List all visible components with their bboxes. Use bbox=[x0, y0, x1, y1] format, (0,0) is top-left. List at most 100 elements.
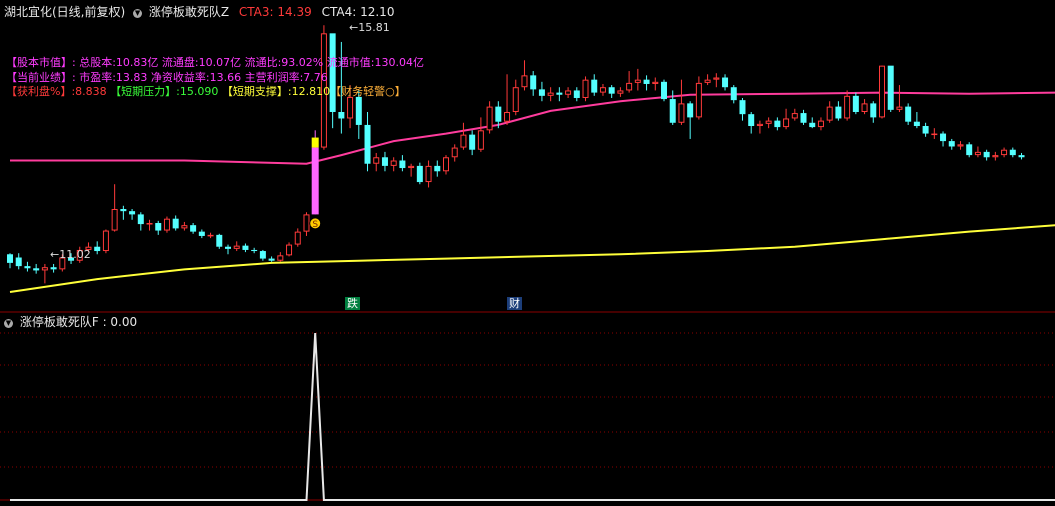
pressure-value: 15.090 bbox=[179, 85, 219, 98]
candle-body-13 bbox=[120, 209, 127, 212]
candle-body-33 bbox=[294, 231, 301, 245]
candle-body-104 bbox=[913, 121, 920, 127]
candle-body-99 bbox=[870, 103, 877, 118]
candle-body-90 bbox=[791, 113, 798, 119]
candle-body-84 bbox=[739, 100, 746, 115]
indicator-settings-icon[interactable]: ▼ bbox=[133, 9, 143, 18]
candle-body-45 bbox=[399, 160, 406, 169]
candle-body-77 bbox=[678, 103, 685, 123]
candle-body-73 bbox=[643, 79, 650, 84]
low-price-value: 11.02 bbox=[59, 248, 91, 261]
candle-body-66 bbox=[582, 79, 589, 98]
sub-panel-line bbox=[10, 332, 1055, 501]
candle-body-78 bbox=[687, 103, 694, 118]
candle-body-44 bbox=[390, 160, 397, 166]
stock-title[interactable]: 湖北宜化(日线,前复权) bbox=[4, 5, 125, 19]
grid-lines bbox=[0, 311, 1055, 501]
candle-body-89 bbox=[783, 118, 790, 128]
performance-text: 市盈率:13.83 净资收益率:13.66 主营利润率:7.76 bbox=[79, 71, 328, 84]
candle-body-26 bbox=[233, 245, 240, 249]
candle-body-96 bbox=[844, 95, 851, 119]
candle-body-111 bbox=[974, 151, 981, 156]
candle-body-60 bbox=[530, 75, 537, 90]
candle-body-113 bbox=[992, 155, 999, 158]
candle-body-15 bbox=[137, 214, 144, 225]
candle-body-23 bbox=[207, 234, 214, 237]
candle-body-87 bbox=[765, 120, 772, 124]
indicator-name[interactable]: 涨停板敢死队Z bbox=[149, 5, 229, 19]
candle-body-2 bbox=[24, 266, 31, 269]
capital-text: 总股本:10.83亿 流通盘:10.07亿 流通比:93.02% 流通市值:13… bbox=[79, 56, 424, 69]
candle-body-107 bbox=[940, 133, 947, 142]
candle-body-69 bbox=[608, 87, 615, 94]
candle-body-4 bbox=[41, 267, 48, 271]
candle-body-114 bbox=[1001, 149, 1008, 156]
candle-body-56 bbox=[495, 106, 502, 122]
candle-body-72 bbox=[634, 79, 641, 83]
header: 湖北宜化(日线,前复权) ▼ 涨停板敢死队Z CTA3: 14.39 CTA4:… bbox=[4, 5, 394, 19]
support-label: 【短期支撑】: bbox=[221, 85, 292, 98]
candle-body-64 bbox=[565, 90, 572, 95]
candle-body-105 bbox=[922, 126, 929, 134]
candle-body-16 bbox=[146, 223, 153, 225]
candle-body-19 bbox=[172, 218, 179, 229]
sub-indicator-settings-icon[interactable]: ▼ bbox=[4, 319, 13, 328]
candle-body-11 bbox=[102, 230, 109, 252]
moving-averages bbox=[9, 91, 1055, 293]
candle-body-14 bbox=[129, 211, 136, 215]
candle-body-83 bbox=[730, 87, 737, 101]
finance-warning: 【财务轻警○】 bbox=[330, 85, 406, 98]
candle-body-21 bbox=[190, 225, 197, 232]
signal-body bbox=[311, 147, 319, 215]
sub-indicator-name[interactable]: 涨停板敢死队F bbox=[20, 315, 99, 329]
candle-body-61 bbox=[538, 89, 545, 96]
signal-coin-letter: S bbox=[312, 220, 318, 230]
sub-panel-header: ▼ 涨停板敢死队F : 0.00 bbox=[0, 315, 137, 329]
cta4-label: CTA4: bbox=[321, 5, 357, 19]
candle-body-108 bbox=[948, 141, 955, 147]
candle-body-32 bbox=[286, 244, 293, 256]
candle-body-75 bbox=[661, 81, 667, 100]
candle-body-106 bbox=[931, 133, 938, 136]
candle-body-39 bbox=[347, 96, 354, 119]
candle-body-1 bbox=[15, 257, 22, 267]
signal-cap bbox=[311, 137, 319, 148]
profit-label: 【获利盘%】: bbox=[6, 85, 76, 98]
candle-body-115 bbox=[1009, 149, 1016, 156]
candle-body-48 bbox=[425, 165, 432, 183]
candle-body-110 bbox=[966, 144, 973, 156]
sub-signal-line bbox=[10, 332, 1055, 501]
candle-body-5 bbox=[50, 267, 57, 270]
candle-body-81 bbox=[713, 77, 720, 80]
candle-body-47 bbox=[416, 165, 423, 183]
candle-body-49 bbox=[434, 165, 441, 172]
candle-body-103 bbox=[905, 106, 912, 122]
cta4-value: 12.10 bbox=[360, 5, 395, 19]
candle-body-29 bbox=[259, 251, 266, 259]
candle-body-116 bbox=[1018, 155, 1025, 158]
candle-body-93 bbox=[817, 120, 824, 128]
candle-body-40 bbox=[355, 96, 362, 125]
candle-body-53 bbox=[469, 134, 476, 150]
tag-cai[interactable]: 财 bbox=[507, 297, 522, 310]
candle-body-30 bbox=[268, 258, 275, 261]
candle-body-80 bbox=[704, 79, 711, 83]
candle-body-41 bbox=[364, 124, 371, 164]
candle-body-71 bbox=[626, 82, 633, 91]
candle-body-27 bbox=[242, 245, 249, 250]
candle-body-54 bbox=[477, 130, 484, 150]
candle-body-17 bbox=[155, 223, 162, 231]
candle-body-86 bbox=[756, 123, 763, 127]
info-row-capital: 【股本市值】: 总股本:10.83亿 流通盘:10.07亿 流通比:93.02%… bbox=[6, 56, 424, 69]
candle-body-76 bbox=[669, 99, 676, 123]
candle-body-102 bbox=[896, 106, 903, 110]
candle-body-25 bbox=[225, 246, 231, 249]
candle-body-95 bbox=[835, 106, 842, 119]
candle-body-101 bbox=[887, 65, 894, 110]
low-price-label: ←11.02 bbox=[50, 248, 91, 261]
ma-line-cta4 bbox=[9, 224, 1055, 293]
candle-body-67 bbox=[591, 79, 598, 93]
tag-die[interactable]: 跌 bbox=[345, 297, 360, 310]
candle-body-3 bbox=[33, 268, 40, 271]
candle-body-59 bbox=[521, 75, 528, 88]
